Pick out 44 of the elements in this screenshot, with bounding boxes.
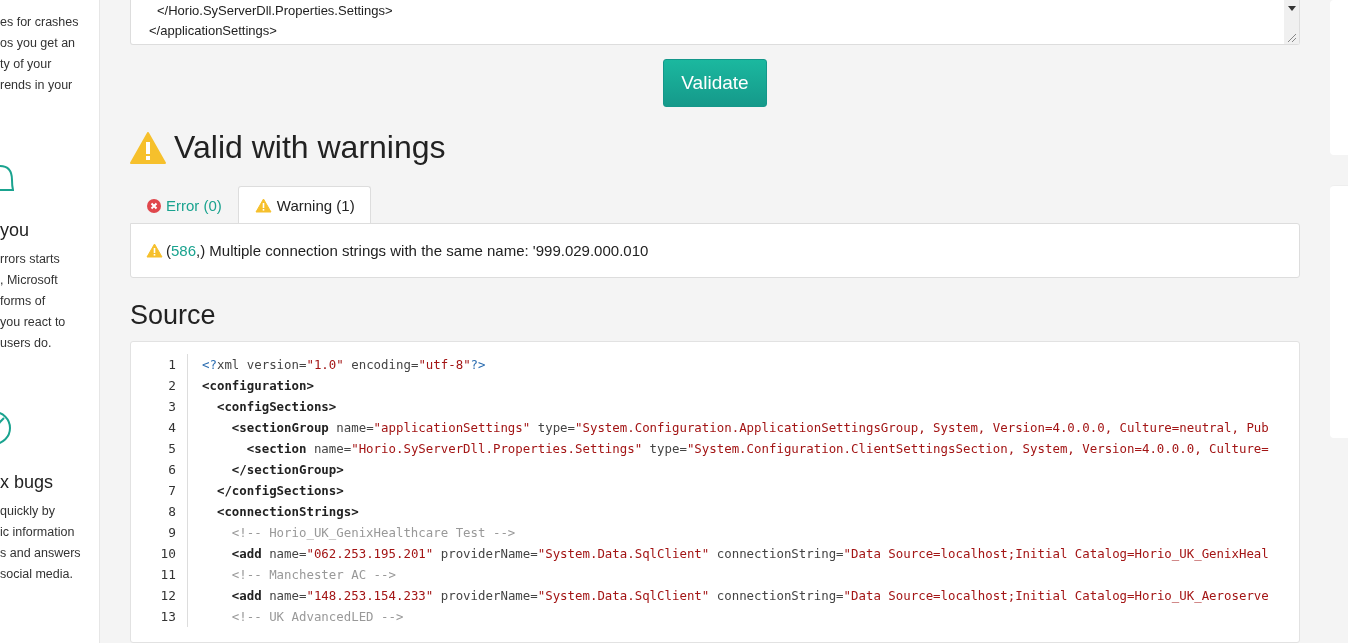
- config-text-area[interactable]: </Horio.SyServerDll.Properties.Settings> </applicationSettings>: [130, 0, 1300, 45]
- code-line: <!-- Horio_UK_GenixHealthcare Test -->: [230, 525, 516, 540]
- line-number: 6: [141, 459, 188, 480]
- code-line: <?xml version="1.0" encoding="utf-8"?>: [201, 357, 486, 372]
- section-heading: x bugs: [0, 472, 54, 493]
- code-line: </sectionGroup>: [230, 462, 344, 477]
- line-number: 5: [141, 438, 188, 459]
- paragraph-text: rrors starts , Microsoft forms of you react to users do.: [0, 251, 66, 352]
- code-line: <!-- UK AdvancedLED -->: [230, 609, 404, 624]
- section-heading: you: [0, 220, 30, 241]
- resize-grip-icon[interactable]: [1287, 33, 1296, 42]
- code-line: <add name="062.253.195.201" providerName="System.Data.SqlClient" connectionString="Data Source=localhost;Initial Catalog=Horio_UK_GenixHeal: [230, 546, 1269, 561]
- warning-icon: [254, 198, 272, 213]
- line-number: 3: [141, 396, 188, 417]
- result-heading: Valid with warnings: [174, 129, 446, 166]
- line-number: 11: [141, 564, 188, 585]
- line-number: 1: [141, 354, 188, 375]
- result-tab[interactable]: Warning (1): [237, 186, 371, 224]
- code-line: <configuration>: [201, 378, 314, 393]
- line-number: 9: [141, 522, 188, 543]
- code-line: <configSections>: [215, 399, 337, 414]
- line-number: 4: [141, 417, 188, 438]
- warning-icon: [146, 243, 163, 258]
- message-text: (586,) Multiple connection strings with the same name: '999.029.000.010: [166, 242, 649, 259]
- scroll-down-icon[interactable]: [1287, 6, 1296, 12]
- line-number: 8: [141, 501, 188, 522]
- paragraph-text: es for crashes os you get an ty of your rends in your: [0, 14, 79, 94]
- code-line: </configSections>: [215, 483, 344, 498]
- code-line: <!-- Manchester AC -->: [230, 567, 396, 582]
- paragraph-text: quickly by ic information s and answers social media.: [0, 503, 81, 583]
- line-link[interactable]: 586: [171, 242, 197, 259]
- error-icon: [147, 198, 161, 213]
- code-line: <sectionGroup name="applicationSettings" type="System.Configuration.ApplicationSettingsGroup, System, Version=4.0.0.0, Culture=neutral, Pub: [230, 420, 1269, 435]
- line-number: 2: [141, 375, 188, 396]
- code-line: <add name="148.253.154.233" providerName="System.Data.SqlClient" connectionString="Data Source=localhost;Initial Catalog=Horio_UK_Aeroserve: [230, 588, 1269, 603]
- code-line: <connectionStrings>: [215, 504, 359, 519]
- code-line: <section name="Horio.SyServerDll.Properties.Settings" type="System.Configuration.ClientSettingsSection, System, Version=4.0.0.0, Culture=: [245, 441, 1269, 456]
- line-number: 13: [141, 606, 188, 627]
- line-number: 12: [141, 585, 188, 606]
- validate-button[interactable]: Validate: [663, 59, 767, 107]
- warning-icon: [130, 131, 166, 164]
- line-number: 10: [141, 543, 188, 564]
- line-number: 7: [141, 480, 188, 501]
- section-heading: Source: [130, 300, 217, 331]
